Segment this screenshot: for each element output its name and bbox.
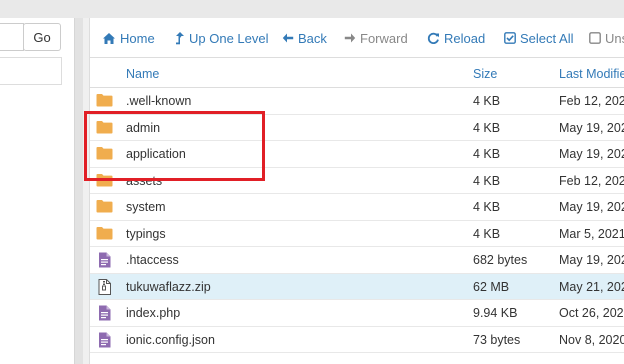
table-row[interactable]: assets 4 KB Feb 12, 202 [90, 168, 624, 194]
select-all-button[interactable]: Select All [504, 30, 573, 46]
column-header-name[interactable]: Name [126, 67, 159, 81]
file-last-modified: Feb 12, 202 [559, 173, 624, 188]
arrow-left-icon [282, 33, 294, 43]
home-button[interactable]: Home [102, 30, 155, 46]
file-manager-main: Home Up One Level Back Forward Reload Se… [89, 18, 624, 364]
table-header: Name Size Last Modifie [90, 59, 624, 88]
home-icon [103, 32, 115, 44]
directory-path-input[interactable] [0, 23, 24, 51]
left-pane: Go [0, 18, 74, 364]
reload-button[interactable]: Reload [427, 30, 485, 46]
file-last-modified: Oct 26, 202 [559, 306, 624, 320]
file-last-modified: May 21, 202 [559, 279, 624, 294]
file-size: 4 KB [473, 147, 501, 161]
pane-resize-handle[interactable] [74, 18, 83, 364]
table-row[interactable]: tukuwaflazz.zip 62 MB May 21, 202 [90, 273, 624, 300]
unselect-all-label: Uns [605, 30, 624, 46]
column-header-size[interactable]: Size [473, 67, 497, 81]
file-name: ionic.config.json [126, 332, 215, 347]
up-one-level-button[interactable]: Up One Level [175, 30, 269, 46]
file-last-modified: Nov 8, 2020 [559, 332, 624, 347]
table-row[interactable]: typings 4 KB Mar 5, 2021 [90, 221, 624, 247]
file-name: typings [126, 226, 166, 241]
file-size: 73 bytes [473, 332, 521, 347]
table-row[interactable]: .htaccess 682 bytes May 19, 202 [90, 247, 624, 274]
directory-tree[interactable] [0, 57, 62, 85]
table-row[interactable]: ionic.config.json 73 bytes Nov 8, 2020 [90, 327, 624, 353]
select-all-label: Select All [520, 30, 574, 46]
table-row[interactable]: admin 4 KB May 19, 202 [90, 115, 624, 141]
folder-icon [96, 199, 113, 215]
table-row[interactable]: application 4 KB May 19, 202 [90, 141, 624, 168]
file-name: assets [126, 173, 163, 188]
up-one-level-label: Up One Level [189, 30, 269, 46]
file-last-modified: Feb 12, 202 [559, 94, 624, 108]
table-row[interactable]: system 4 KB May 19, 202 [90, 194, 624, 221]
file-name: index.php [126, 306, 181, 320]
file-size: 4 KB [473, 226, 501, 241]
file-size: 4 KB [473, 200, 501, 214]
level-up-icon [176, 32, 184, 45]
reload-label: Reload [444, 30, 486, 46]
table-row[interactable]: .well-known 4 KB Feb 12, 202 [90, 88, 624, 115]
file-size: 4 KB [473, 94, 501, 108]
file-name: .htaccess [126, 253, 179, 267]
file-last-modified: May 19, 202 [559, 120, 624, 135]
back-label: Back [298, 30, 327, 46]
file-icon [98, 252, 115, 268]
file-last-modified: May 19, 202 [559, 253, 624, 267]
file-last-modified: May 19, 202 [559, 200, 624, 214]
column-header-last-modified[interactable]: Last Modifie [559, 67, 624, 81]
back-button[interactable]: Back [282, 30, 327, 46]
file-name: system [126, 200, 166, 214]
file-name: admin [126, 120, 161, 135]
go-button[interactable]: Go [23, 23, 61, 51]
zip-file-icon [98, 278, 115, 295]
check-square-icon [504, 32, 516, 44]
file-icon [98, 332, 115, 348]
refresh-icon [427, 32, 439, 44]
file-size: 9.94 KB [473, 306, 518, 320]
folder-icon [96, 93, 113, 109]
file-size: 4 KB [473, 173, 501, 188]
file-icon [98, 305, 115, 321]
folder-icon [96, 173, 113, 189]
file-name: .well-known [126, 94, 192, 108]
folder-icon [96, 120, 113, 136]
forward-button[interactable]: Forward [344, 30, 408, 46]
file-size: 62 MB [473, 279, 510, 294]
toolbar: Home Up One Level Back Forward Reload Se… [90, 18, 624, 58]
unselect-all-button[interactable]: Uns [589, 30, 624, 46]
file-last-modified: Mar 5, 2021 [559, 226, 624, 241]
file-last-modified: May 19, 202 [559, 147, 624, 161]
square-icon [589, 32, 601, 44]
home-label: Home [120, 30, 155, 46]
table-row[interactable]: index.php 9.94 KB Oct 26, 202 [90, 300, 624, 327]
folder-icon [96, 226, 113, 242]
top-strip [0, 0, 624, 18]
forward-label: Forward [360, 30, 408, 46]
file-name: tukuwaflazz.zip [126, 279, 211, 294]
file-size: 682 bytes [473, 253, 528, 267]
folder-icon [96, 146, 113, 162]
file-size: 4 KB [473, 120, 501, 135]
arrow-right-icon [344, 33, 356, 43]
file-name: application [126, 147, 186, 161]
